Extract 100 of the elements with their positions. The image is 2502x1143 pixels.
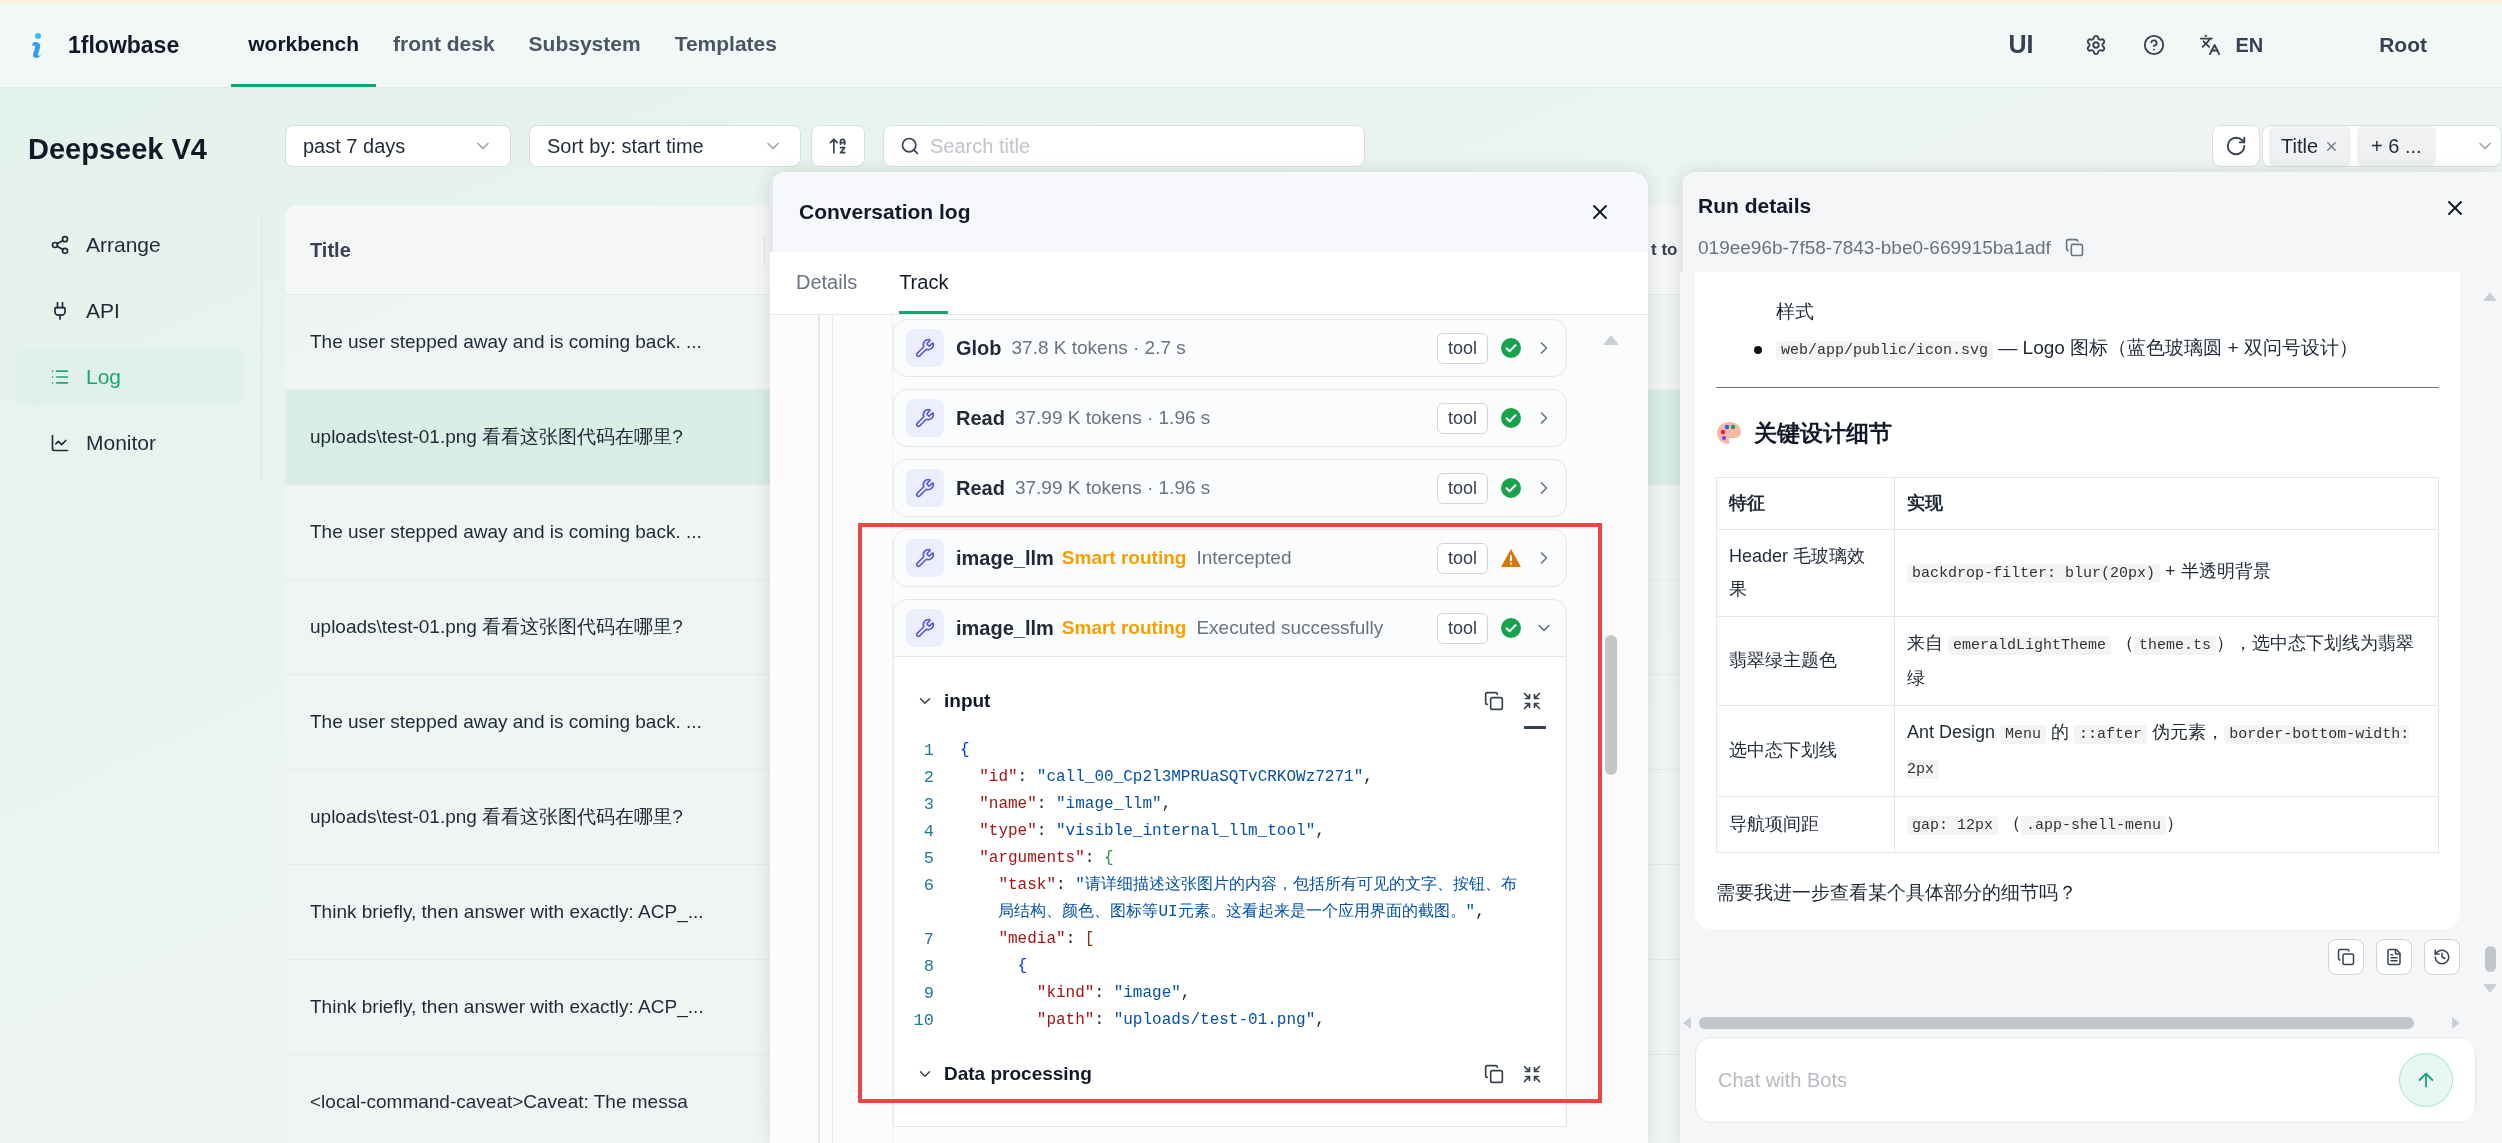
tool-tag: tool bbox=[1436, 472, 1488, 504]
column-header: 实现 bbox=[1894, 477, 2439, 529]
sidebar-item[interactable]: Arrange bbox=[16, 215, 245, 274]
column-select[interactable]: Title + 6 ... bbox=[2262, 125, 2502, 167]
list-text: web/app/public/icon.svg — Logo 图标（蓝色玻璃圆 + 双问号设计） bbox=[1776, 332, 2358, 367]
chart-icon bbox=[50, 432, 70, 453]
table-cell: gap: 12px （ .app-shell-menu ） bbox=[1894, 796, 2439, 852]
copy-button[interactable] bbox=[2328, 938, 2364, 975]
collapse-icon[interactable] bbox=[1524, 725, 1546, 729]
sort-icon bbox=[828, 136, 848, 156]
column-header[interactable]: t to bbox=[1651, 236, 1678, 263]
code-line: "media": [ bbox=[997, 929, 1096, 950]
step-card[interactable]: image_llm Smart routing Executed successfully tool bbox=[893, 599, 1567, 657]
table-cell: 选中态下划线 bbox=[1716, 705, 1895, 796]
code-line: "id": "call_00_Cp2l3MPRUaSQTvCRKOWz7271", bbox=[978, 767, 1374, 788]
row-title: uploads\test-01.png 看看这张图代码在哪里? bbox=[309, 424, 683, 449]
step-card[interactable]: image_llm Smart routing Intercepted tool bbox=[893, 529, 1567, 587]
row-title: <local-command-caveat>Caveat: The messa bbox=[309, 1089, 688, 1114]
document-button[interactable] bbox=[2376, 938, 2412, 975]
row-title: Think briefly, then answer with exactly: ACP_... bbox=[309, 899, 704, 925]
wrench-icon bbox=[906, 329, 944, 367]
palette-icon bbox=[1716, 421, 1742, 446]
table-cell: Ant Design Menu 的 ::after 伪元素， border-bottom-width: 2px bbox=[1894, 705, 2439, 796]
scrollbar-thumb[interactable] bbox=[1698, 1016, 2415, 1029]
history-icon bbox=[2433, 947, 2451, 966]
language-label[interactable]: EN bbox=[2235, 30, 2264, 60]
tool-tag: tool bbox=[1436, 402, 1488, 434]
code-line: { bbox=[960, 740, 971, 761]
routing-label: Smart routing bbox=[1061, 545, 1187, 570]
sort-order-button[interactable] bbox=[811, 125, 865, 167]
line-number: 4 bbox=[922, 821, 934, 843]
wrench-icon bbox=[906, 539, 944, 577]
drawer-title: Run details bbox=[1698, 193, 1813, 219]
search-input[interactable]: Search title bbox=[930, 131, 1330, 161]
row-title: uploads\test-01.png 看看这张图代码在哪里? bbox=[309, 614, 683, 639]
shrink-icon[interactable] bbox=[1522, 1064, 1542, 1084]
sidebar-item[interactable]: API bbox=[16, 281, 245, 340]
chat-box[interactable]: Chat with Bots bbox=[1695, 1036, 2476, 1123]
table-cell: 导航项间距 bbox=[1716, 796, 1895, 852]
history-button[interactable] bbox=[2424, 938, 2460, 975]
line-number: 6 bbox=[922, 875, 934, 897]
code-line: "name": "image_llm", bbox=[978, 794, 1173, 815]
step-card[interactable]: Glob 37.8 K tokens · 2.7 s tool bbox=[893, 319, 1567, 377]
code-line: "arguments": { bbox=[978, 848, 1115, 869]
ui-label[interactable]: UI bbox=[2008, 26, 2034, 64]
line-number: 7 bbox=[922, 929, 934, 951]
app-title: Deepseek V4 bbox=[27, 132, 208, 167]
sidebar-item[interactable]: Monitor bbox=[16, 413, 245, 472]
tool-tag: tool bbox=[1436, 612, 1488, 644]
code-line: "type": "visible_internal_llm_tool", bbox=[978, 821, 1326, 842]
line-number: 2 bbox=[922, 767, 934, 789]
line-number: 1 bbox=[922, 740, 934, 762]
translate-icon[interactable] bbox=[2199, 34, 2222, 56]
step-card[interactable]: Read 37.99 K tokens · 1.96 s tool bbox=[893, 459, 1567, 517]
copy-icon[interactable] bbox=[2064, 238, 2084, 258]
period-select[interactable]: past 7 days bbox=[285, 125, 511, 167]
code-line: "path": "uploads/test-01.png", bbox=[1035, 1010, 1326, 1031]
chat-input[interactable]: Chat with Bots bbox=[1718, 1064, 2399, 1095]
refresh-button[interactable] bbox=[2212, 125, 2260, 167]
user-menu[interactable]: Root bbox=[2379, 29, 2427, 61]
refresh-icon bbox=[2225, 135, 2247, 157]
column-header[interactable]: Title bbox=[285, 234, 765, 265]
step-card[interactable]: Read 37.99 K tokens · 1.96 s tool bbox=[893, 389, 1567, 447]
nav-tab[interactable]: workbench bbox=[231, 3, 377, 87]
step-name: Read bbox=[956, 476, 1005, 501]
nav-tab[interactable]: front desk bbox=[376, 3, 512, 87]
code-line: "kind": "image", bbox=[1035, 983, 1192, 1004]
copy-icon[interactable] bbox=[1484, 1064, 1504, 1084]
more-tag[interactable]: + 6 ... bbox=[2357, 126, 2436, 166]
step-name: image_llm bbox=[956, 616, 1054, 641]
line-number: 5 bbox=[922, 848, 934, 870]
list-text: 样式 bbox=[1775, 300, 1815, 324]
step-name: Read bbox=[956, 406, 1005, 431]
bullet-icon bbox=[1754, 345, 1762, 354]
column-tag[interactable]: Title bbox=[2269, 126, 2352, 166]
copy-icon[interactable] bbox=[1484, 691, 1504, 711]
nav-tab[interactable]: Templates bbox=[657, 3, 794, 87]
table-cell: 翡翠绿主题色 bbox=[1716, 616, 1895, 705]
step-name: Glob bbox=[956, 336, 1002, 361]
step-name: image_llm bbox=[956, 546, 1054, 571]
shrink-icon[interactable] bbox=[1522, 691, 1542, 711]
settings-icon[interactable] bbox=[2085, 34, 2108, 56]
run-id: 019ee96b-7f58-7843-bbe0-669915ba1adf bbox=[1698, 235, 2051, 260]
sort-select[interactable]: Sort by: start time bbox=[529, 125, 801, 167]
column-header: 特征 bbox=[1716, 477, 1895, 529]
scrollbar-thumb[interactable] bbox=[1605, 635, 1617, 775]
drawer-tab[interactable]: Details bbox=[796, 267, 858, 314]
scrollbar-thumb[interactable] bbox=[2484, 946, 2496, 972]
tool-tag: tool bbox=[1436, 542, 1488, 574]
nav-tab[interactable]: Subsystem bbox=[511, 3, 658, 87]
wrench-icon bbox=[906, 609, 944, 647]
table-cell: Header 毛玻璃效果 bbox=[1716, 529, 1895, 616]
search-field[interactable]: Search title bbox=[883, 125, 1365, 167]
tool-tag: tool bbox=[1436, 332, 1488, 364]
help-icon[interactable] bbox=[2143, 34, 2166, 56]
wrench-icon bbox=[906, 469, 944, 507]
section-title: input bbox=[944, 688, 991, 713]
brand-name[interactable]: 1flowbase bbox=[68, 27, 180, 63]
section-title: Data processing bbox=[944, 1061, 1092, 1086]
search-icon bbox=[900, 136, 920, 156]
